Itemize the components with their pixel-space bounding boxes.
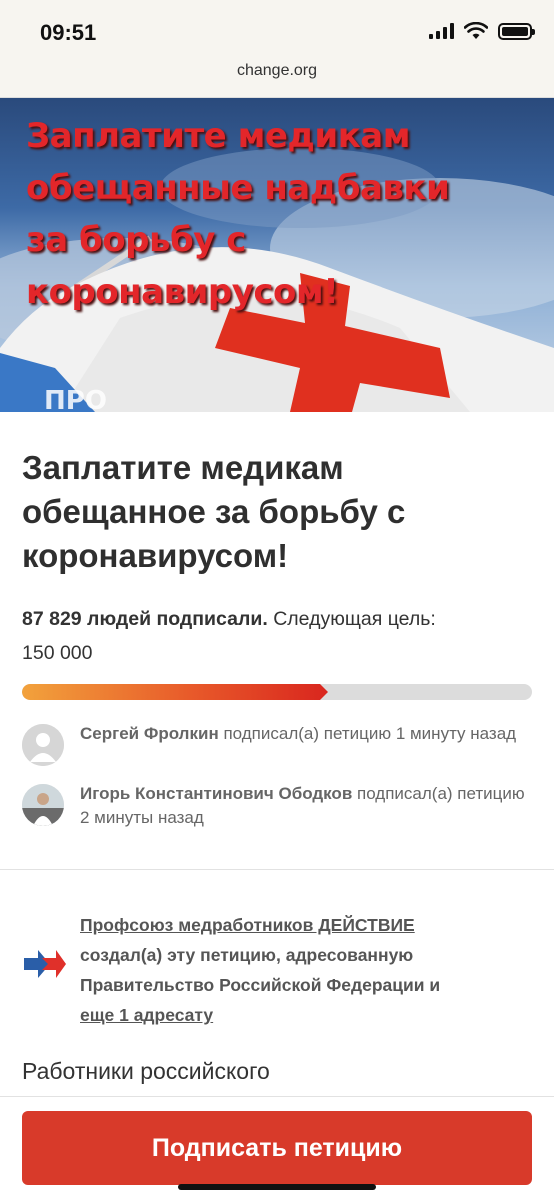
status-bar: 09:51 [0,0,554,54]
signature-progress-bar [22,684,532,700]
signed-count: 87 829 людей подписали. [22,608,268,630]
signer-name: Сергей Фролкин [80,724,219,743]
addressee-conjunction: и [429,975,441,995]
petition-hero-image: Заплатите медикам обещанные надбавки за … [0,98,554,412]
progress-fill [22,684,328,700]
signer-action: подписал(а) петицию 1 минуту назад [223,724,517,743]
more-addressees-link[interactable]: еще 1 адресату [80,1005,213,1025]
union-logo-icon [22,944,66,984]
hero-overlay-text: Заплатите медикам обещанные надбавки за … [26,116,450,312]
petition-title: Заплатите медикам обещанное за борьбу с … [22,449,406,574]
avatar [22,784,64,826]
cellular-signal-icon [429,23,454,39]
next-goal-value: 150 000 [22,642,93,664]
signature-count: 87 829 людей подписали. Следующая цель: … [22,602,532,670]
creator-text: создал(а) эту петицию, адресованную [80,945,414,965]
url-text: change.org [236,62,318,79]
battery-icon [498,22,535,40]
wifi-icon [464,22,488,39]
petition-body: Работники российского [22,1058,270,1084]
address-bar[interactable]: change.org [0,54,554,98]
status-icons [429,22,535,40]
addressee-name: Правительство Российской Федерации [80,975,425,995]
petition-creator: Профсоюз медработников ДЕЙСТВИЕ создал(а… [80,910,532,1030]
creator-org-link[interactable]: Профсоюз медработников ДЕЙСТВИЕ [80,915,415,935]
section-divider [0,869,554,870]
next-goal-label: Следующая цель: [273,608,436,630]
default-avatar-icon [22,724,64,766]
flag-lettering: ПРО [44,386,107,412]
signer-name: Игорь Константинович Ободков [80,784,353,803]
status-time: 09:51 [40,20,97,45]
sign-petition-button[interactable]: Подписать петицию [22,1111,532,1185]
home-indicator [178,1184,376,1190]
